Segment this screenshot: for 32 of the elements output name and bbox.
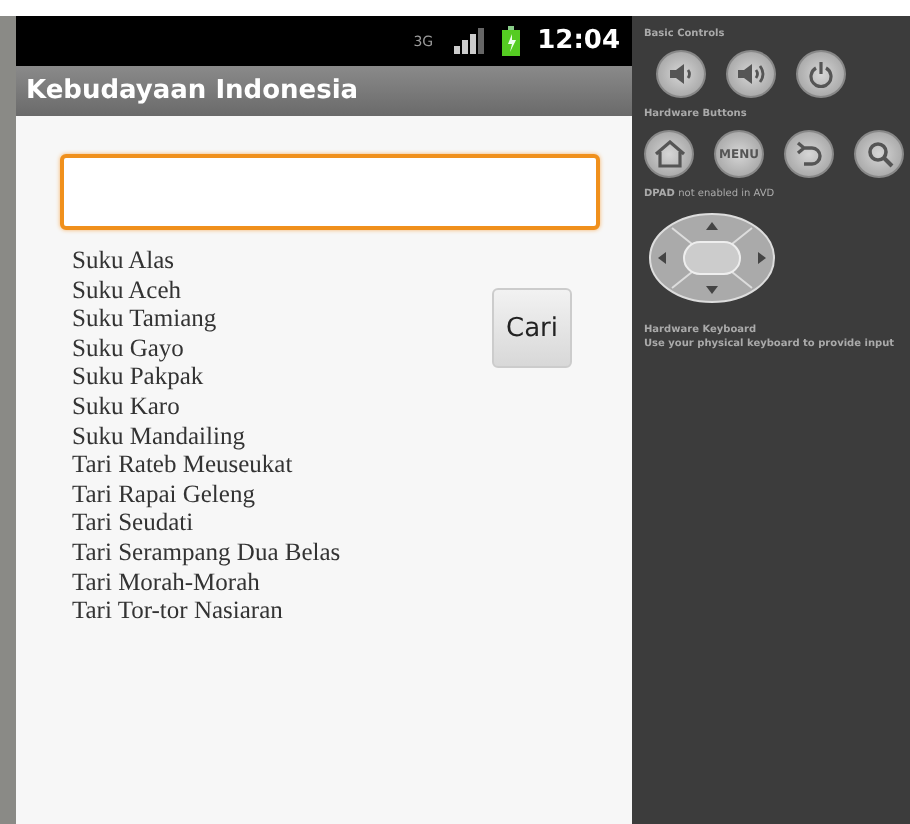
app-title: Kebudayaan Indonesia: [26, 76, 359, 106]
home-icon: [653, 140, 685, 168]
list-item[interactable]: Tari Seudati: [72, 508, 492, 538]
speaker-loud-icon: [735, 62, 767, 86]
clock-text: 12:04: [537, 26, 620, 56]
home-button[interactable]: [644, 130, 694, 178]
list-item[interactable]: Tari Tor-tor Nasiaran: [72, 596, 492, 626]
list-item[interactable]: Suku Tamiang: [72, 304, 492, 334]
list-item[interactable]: Tari Serampang Dua Belas: [72, 537, 492, 568]
list-item[interactable]: Tari Rateb Meuseukat: [72, 450, 492, 480]
list-item[interactable]: Suku Gayo: [72, 333, 492, 363]
list-item[interactable]: Suku Pakpak: [72, 362, 492, 392]
back-button[interactable]: [784, 130, 834, 178]
volume-up-button[interactable]: [726, 50, 776, 98]
list-item[interactable]: Suku Mandailing: [72, 421, 492, 451]
list-item[interactable]: Tari Morah-Morah: [72, 567, 492, 597]
back-arrow-icon: [795, 140, 823, 168]
power-button[interactable]: [796, 50, 846, 98]
list-item[interactable]: Suku Karo: [72, 391, 492, 422]
dpad-drawing: [648, 212, 776, 304]
search-button[interactable]: Cari: [492, 288, 572, 368]
search-field[interactable]: [60, 154, 600, 230]
search-icon-button[interactable]: [854, 130, 904, 178]
list-item[interactable]: Suku Aceh: [72, 275, 492, 305]
speaker-quiet-icon: [667, 62, 695, 86]
signal-icon: [451, 28, 484, 54]
list-item[interactable]: Suku Alas: [72, 246, 492, 276]
search-icon: [865, 140, 893, 168]
volume-down-button[interactable]: [656, 50, 706, 98]
list-item[interactable]: Tari Rapai Geleng: [72, 479, 492, 509]
power-icon: [808, 61, 834, 87]
battery-icon: [501, 26, 520, 56]
